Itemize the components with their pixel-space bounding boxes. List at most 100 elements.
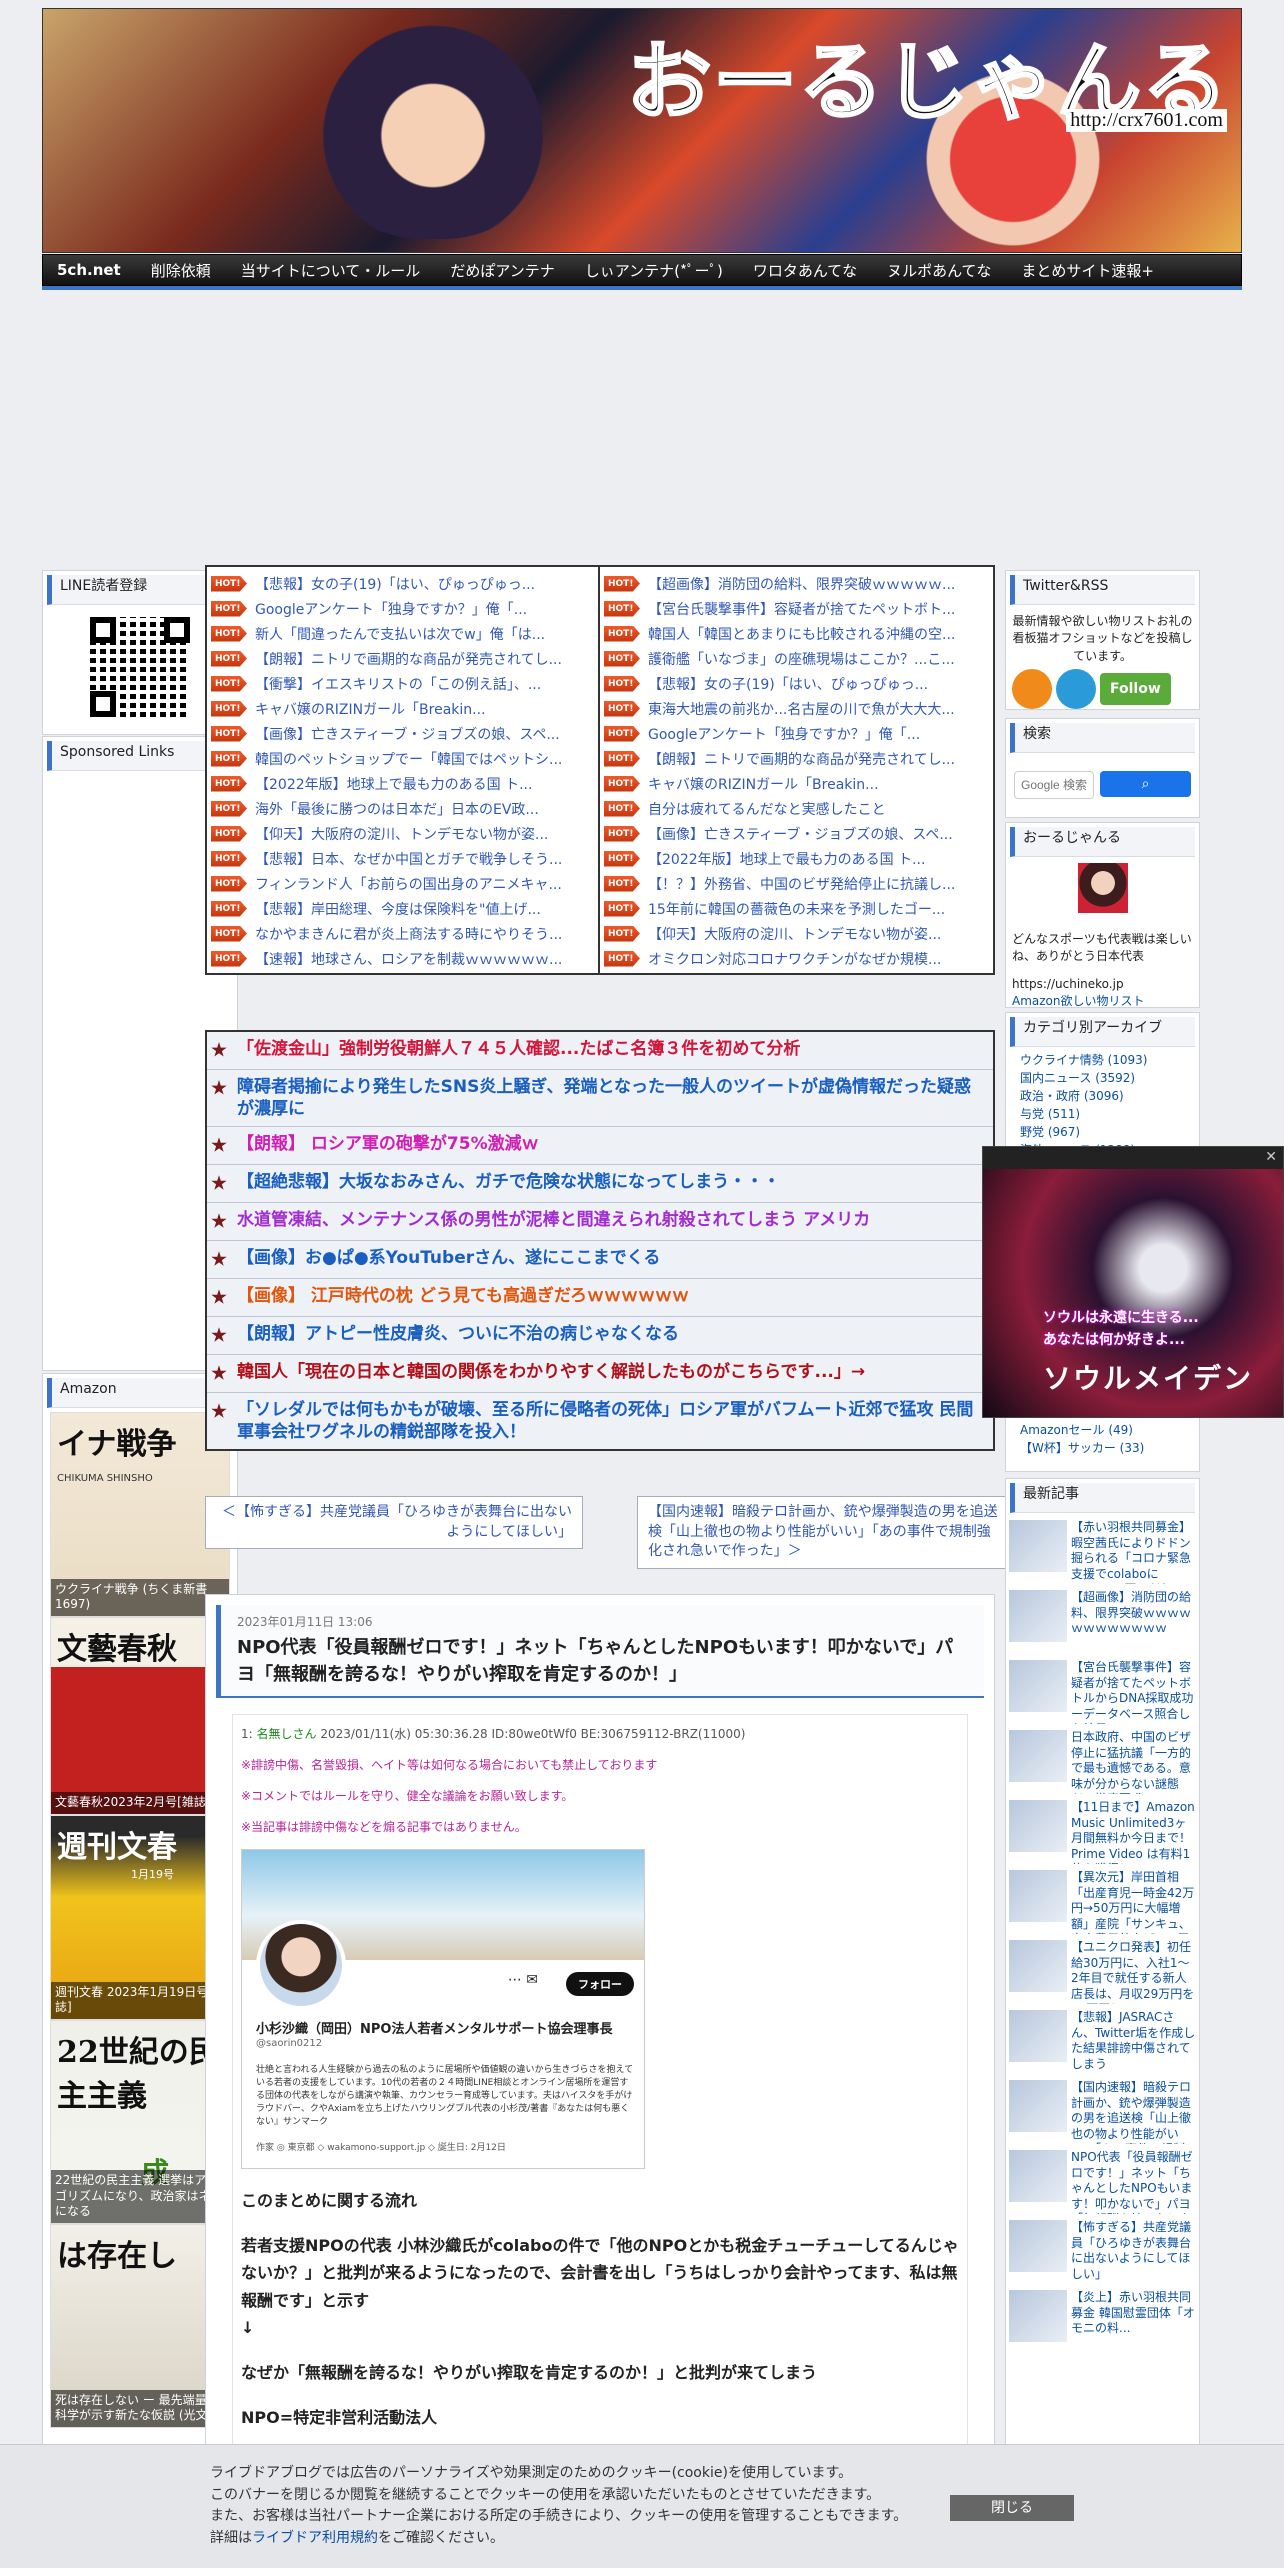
nav-item[interactable]: 5ch.net bbox=[57, 261, 121, 279]
new-article-link[interactable]: 【赤い羽根共同募金】暇空茜氏によりドドン掘られる「コロナ緊急支援でcolaboに… bbox=[1071, 1520, 1196, 1584]
headline-item[interactable]: 【朗報】アトピー性皮膚炎、ついに不治の病じゃなくなる bbox=[207, 1317, 993, 1356]
line-qr-code[interactable] bbox=[90, 617, 190, 717]
new-article-item[interactable]: 【炎上】赤い羽根共同募金 韓国慰霊団体「オモニの料... bbox=[1006, 2287, 1199, 2357]
hot-item-link[interactable]: 【画像】亡きスティーブ・ジョブズの娘、スペ... bbox=[255, 724, 560, 744]
site-header-banner[interactable]: おーるじゃんる http://crx7601.com bbox=[42, 8, 1242, 253]
new-article-item[interactable]: NPO代表「役員報酬ゼロです！」ネット「ちゃんとしたNPOもいます！叩かないで」… bbox=[1006, 2147, 1199, 2217]
hot-item-link[interactable]: キャバ嬢のRIZINガール「Breakin... bbox=[648, 774, 879, 794]
hot-item-link[interactable]: 【速報】地球さん、ロシアを制裁ｗｗｗｗｗｗ... bbox=[255, 949, 562, 969]
hot-item-link[interactable]: 【衝撃】イエスキリストの「この例え話」、... bbox=[255, 674, 541, 694]
category-link[interactable]: Amazonセール (49) bbox=[1006, 1421, 1199, 1439]
hot-item[interactable]: HOT! 新人「間違ったんで支払いは次でw」俺「は... bbox=[211, 621, 594, 646]
nav-item[interactable]: ヌルポあんてな bbox=[887, 260, 991, 281]
new-article-link[interactable]: 日本政府、中国のビザ停止に猛抗議「一方的で最も遺憾である。意味が分からない謎態だ… bbox=[1071, 1730, 1196, 1794]
new-article-item[interactable]: 【赤い羽根共同募金】暇空茜氏によりドドン掘られる「コロナ緊急支援でcolaboに… bbox=[1006, 1517, 1199, 1587]
hot-item-link[interactable]: キャバ嬢のRIZINガール「Breakin... bbox=[255, 699, 486, 719]
hot-item-link[interactable]: 韓国のペットショップでー「韓国ではペットシ... bbox=[255, 749, 562, 769]
hot-item[interactable]: HOT! 東海大地震の前兆か...名古屋の川で魚が大大大... bbox=[604, 696, 989, 721]
hot-item-link[interactable]: 【画像】亡きスティーブ・ジョブズの娘、スペ... bbox=[648, 824, 953, 844]
headline-link[interactable]: 【画像】お●ぱ●系YouTuberさん、遂にここまでくる bbox=[237, 1247, 660, 1269]
headline-link[interactable]: 「ソレダルでは何もかもが破壊、至る所に侵略者の死体」ロシア軍がバフムート近郊で猛… bbox=[237, 1399, 987, 1443]
new-article-item[interactable]: 日本政府、中国のビザ停止に猛抗議「一方的で最も遺憾である。意味が分からない謎態だ… bbox=[1006, 1727, 1199, 1797]
hot-item[interactable]: HOT! 【朗報】ニトリで画期的な商品が発売されてし... bbox=[211, 646, 594, 671]
headline-link[interactable]: 水道管凍結、メンテナンス係の男性が泥棒と間違えられ射殺されてしまう アメリカ bbox=[237, 1209, 870, 1231]
cookie-close-button[interactable]: 閉じる bbox=[950, 2495, 1074, 2521]
hot-item[interactable]: HOT! 【仰天】大阪府の淀川、トンデモない物が姿... bbox=[604, 921, 989, 946]
hot-item-link[interactable]: 自分は疲れてるんだなと実感したこと bbox=[648, 799, 886, 819]
hot-item-link[interactable]: 【仰天】大阪府の淀川、トンデモない物が姿... bbox=[648, 924, 941, 944]
hot-item-link[interactable]: 【宮台氏襲撃事件】容疑者が捨てたペットボト... bbox=[648, 599, 955, 619]
profile-site-link[interactable]: https://uchineko.jp bbox=[1006, 970, 1199, 993]
hot-item-link[interactable]: 【2022年版】地球上で最も力のある国 ト... bbox=[648, 849, 925, 869]
hot-item[interactable]: HOT! オミクロン対応コロナワクチンがなぜか規模... bbox=[604, 946, 989, 971]
article-title[interactable]: NPO代表「役員報酬ゼロです！」ネット「ちゃんとしたNPOもいます！叩かないで」… bbox=[237, 1634, 968, 1688]
search-input[interactable] bbox=[1014, 771, 1094, 799]
hot-item[interactable]: HOT! 海外「最後に勝つのは日本だ」日本のEV政... bbox=[211, 796, 594, 821]
nav-item[interactable]: だめぽアンテナ bbox=[450, 260, 554, 281]
hot-item[interactable]: HOT! 【2022年版】地球上で最も力のある国 ト... bbox=[604, 846, 989, 871]
nav-item[interactable]: 削除依頼 bbox=[151, 260, 211, 281]
new-article-link[interactable]: 【異次元】岸田首相「出産育児一時金42万円→50万円に大幅増額」産院「サンキュ、… bbox=[1071, 1870, 1196, 1934]
hot-item[interactable]: HOT! 【2022年版】地球上で最も力のある国 ト... bbox=[211, 771, 594, 796]
new-article-item[interactable]: 【怖すぎる】共産党議員「ひろゆきが表舞台に出ないようにしてほしい」 bbox=[1006, 2217, 1199, 2287]
prev-article-link[interactable]: ＜【怖すぎる】共産党議員「ひろゆきが表舞台に出ないようにしてほしい」 bbox=[205, 1496, 583, 1550]
hot-item-link[interactable]: 護衛艦「いなづま」の座礁現場はここか？...こ... bbox=[648, 649, 955, 669]
hot-item[interactable]: HOT! Googleアンケート「独身ですか？」俺「... bbox=[211, 596, 594, 621]
new-article-item[interactable]: 【国内速報】暗殺テロ計画か、銃や爆弾製造の男を追送検「山上徹也の物より性能がいい… bbox=[1006, 2077, 1199, 2147]
new-article-link[interactable]: 【悲報】JASRACさん、Twitter垢を作成した結果誹謗中傷されてしまう bbox=[1071, 2010, 1196, 2074]
hot-item-link[interactable]: 東海大地震の前兆か...名古屋の川で魚が大大大... bbox=[648, 699, 955, 719]
new-article-item[interactable]: 【悲報】JASRACさん、Twitter垢を作成した結果誹謗中傷されてしまう bbox=[1006, 2007, 1199, 2077]
hot-item-link[interactable]: 【超画像】消防団の給料、限界突破ｗｗｗｗｗ... bbox=[648, 574, 955, 594]
hot-item[interactable]: HOT! 【画像】亡きスティーブ・ジョブズの娘、スペ... bbox=[604, 821, 989, 846]
headline-item[interactable]: 「佐渡金山」強制労役朝鮮人７４５人確認...たばこ名簿３件を初めて分析 bbox=[207, 1032, 993, 1070]
category-link[interactable]: 野党 (967) bbox=[1006, 1123, 1199, 1141]
terms-link[interactable]: ライブドア利用規約 bbox=[252, 2530, 378, 2546]
hot-item-link[interactable]: フィンランド人「お前らの国出身のアニメキャ... bbox=[255, 874, 562, 894]
new-article-link[interactable]: 【怖すぎる】共産党議員「ひろゆきが表舞台に出ないようにしてほしい」 bbox=[1071, 2220, 1196, 2284]
hot-item[interactable]: HOT! キャバ嬢のRIZINガール「Breakin... bbox=[211, 696, 594, 721]
hot-item-link[interactable]: 【悲報】日本、なぜか中国とガチで戦争しそう... bbox=[255, 849, 562, 869]
category-link[interactable]: ウクライナ情勢 (1093) bbox=[1006, 1051, 1199, 1069]
twitter-follow-button[interactable]: Follow bbox=[1100, 673, 1171, 706]
new-article-link[interactable]: 【ユニクロ発表】初任給30万円に、入社1～2年目で就任する新人店長は、月収29万… bbox=[1071, 1940, 1196, 2004]
hot-item-link[interactable]: 【2022年版】地球上で最も力のある国 ト... bbox=[255, 774, 532, 794]
new-article-link[interactable]: 【11日まで】Amazon Music Unlimited3ヶ月間無料か今日まで… bbox=[1071, 1800, 1196, 1864]
new-article-item[interactable]: 【ユニクロ発表】初任給30万円に、入社1～2年目で就任する新人店長は、月収29万… bbox=[1006, 1937, 1199, 2007]
hot-item[interactable]: HOT! 【悲報】女の子(19)「はい、ぴゅっぴゅっ... bbox=[211, 571, 594, 596]
hot-item-link[interactable]: Googleアンケート「独身ですか？」俺「... bbox=[255, 599, 527, 619]
hot-item[interactable]: HOT! 韓国人「韓国とあまりにも比較される沖縄の空... bbox=[604, 621, 989, 646]
headline-item[interactable]: 【画像】お●ぱ●系YouTuberさん、遂にここまでくる bbox=[207, 1241, 993, 1280]
hot-item[interactable]: HOT! 韓国のペットショップでー「韓国ではペットシ... bbox=[211, 746, 594, 771]
hatena-icon[interactable] bbox=[1056, 669, 1096, 710]
hot-item-link[interactable]: 【朗報】ニトリで画期的な商品が発売されてし... bbox=[255, 649, 562, 669]
hot-item[interactable]: HOT! フィンランド人「お前らの国出身のアニメキャ... bbox=[211, 871, 594, 896]
new-article-link[interactable]: 【宮台氏襲撃事件】容疑者が捨てたペットボトルからDNA採取成功ーデータベース照合… bbox=[1071, 1660, 1196, 1724]
hot-item-link[interactable]: 韓国人「韓国とあまりにも比較される沖縄の空... bbox=[648, 624, 955, 644]
book-caption[interactable]: 文藝春秋2023年2月号[雑誌] bbox=[51, 1792, 229, 1814]
hot-item[interactable]: HOT! 【朗報】ニトリで画期的な商品が発売されてし... bbox=[604, 746, 989, 771]
headline-link[interactable]: 【画像】 江戸時代の枕 どう見ても高過ぎだろｗｗｗｗｗｗ bbox=[237, 1285, 689, 1307]
hot-item[interactable]: HOT! なかやまきんに君が炎上商法する時にやりそう... bbox=[211, 921, 594, 946]
hot-item-link[interactable]: 【悲報】女の子(19)「はい、ぴゅっぴゅっ... bbox=[648, 674, 928, 694]
hot-item[interactable]: HOT! 【宮台氏襲撃事件】容疑者が捨てたペットボト... bbox=[604, 596, 989, 621]
book-cover[interactable]: は存在し 死は存在しない ー 最先端量子科学が示す新たな仮説 (光文 bbox=[50, 2224, 230, 2428]
headline-link[interactable]: 韓国人「現在の日本と韓国の関係をわかりやすく解説したものがこちらです...」→ bbox=[237, 1361, 865, 1383]
hot-item-link[interactable]: 【仰天】大阪府の淀川、トンデモない物が姿... bbox=[255, 824, 548, 844]
headline-link[interactable]: 【朗報】 ロシア軍の砲撃が75%激減ｗ bbox=[237, 1133, 539, 1155]
hot-item-link[interactable]: なかやまきんに君が炎上商法する時にやりそう... bbox=[255, 924, 562, 944]
hot-item[interactable]: HOT! 【速報】地球さん、ロシアを制裁ｗｗｗｗｗｗ... bbox=[211, 946, 594, 971]
hot-item-link[interactable]: 【朗報】ニトリで画期的な商品が発売されてし... bbox=[648, 749, 955, 769]
hot-item-link[interactable]: 【！？】外務省、中国のビザ発給停止に抗議し... bbox=[648, 874, 955, 894]
headline-link[interactable]: 【超絶悲報】大坂なおみさん、ガチで危険な状態になってしまう・・・ bbox=[237, 1171, 780, 1193]
book-caption[interactable]: ウクライナ戦争 (ちくま新書 1697) bbox=[51, 1578, 229, 1616]
headline-link[interactable]: 【朗報】アトピー性皮膚炎、ついに不治の病じゃなくなる bbox=[237, 1323, 679, 1345]
hot-item-link[interactable]: 15年前に韓国の薔薇色の未来を予測したゴー... bbox=[648, 899, 945, 919]
new-article-link[interactable]: 【国内速報】暗殺テロ計画か、銃や爆弾製造の男を追送検「山上徹也の物より性能がいい… bbox=[1071, 2080, 1196, 2144]
nav-item[interactable]: ワロタあんてな bbox=[753, 260, 857, 281]
headline-item[interactable]: 「ソレダルでは何もかもが破壊、至る所に侵略者の死体」ロシア軍がバフムート近郊で猛… bbox=[207, 1393, 993, 1449]
close-icon[interactable]: ✕ bbox=[1265, 1149, 1277, 1165]
hot-item[interactable]: HOT! Googleアンケート「独身ですか？」俺「... bbox=[604, 721, 989, 746]
category-link[interactable]: 与党 (511) bbox=[1006, 1105, 1199, 1123]
book-caption[interactable]: 22世紀の民主主義 選挙はアルゴリズムになり、政治家はネコになる bbox=[51, 2170, 229, 2223]
hot-item[interactable]: HOT! 【！？】外務省、中国のビザ発給停止に抗議し... bbox=[604, 871, 989, 896]
